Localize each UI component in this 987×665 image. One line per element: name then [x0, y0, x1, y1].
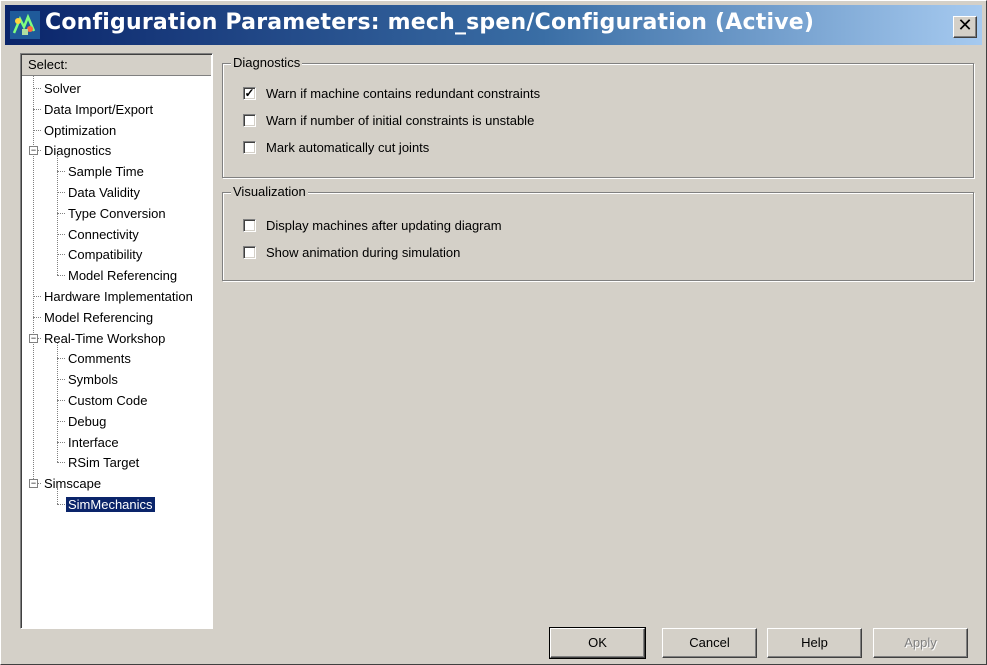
redundant-constraints-checkbox[interactable]: ✓ — [243, 87, 256, 100]
tree-item-label: Data Import/Export — [44, 101, 154, 117]
tree-item[interactable]: Sample Time — [66, 161, 146, 182]
tree-item[interactable]: Custom Code — [66, 390, 149, 411]
tree-connector-line — [57, 462, 65, 464]
tree-item[interactable]: Comments — [66, 348, 133, 369]
tree-trunk-line — [33, 76, 34, 484]
collapse-toggle-icon[interactable]: − — [29, 146, 38, 156]
config-dialog: Configuration Parameters: mech_spen/Conf… — [0, 0, 987, 665]
tree-item-label: Type Conversion — [68, 205, 166, 221]
cancel-button[interactable]: Cancel — [662, 628, 757, 658]
tree-item[interactable]: Debug — [66, 411, 108, 432]
tree-item-label: Custom Code — [68, 393, 148, 408]
tree-item[interactable]: Simscape — [42, 473, 103, 494]
tree-item-label: Connectivity — [68, 226, 139, 242]
tree-item-label: RSim Target — [68, 455, 140, 471]
redundant-constraints-label: Warn if machine contains redundant const… — [266, 86, 541, 101]
tree-connector-line — [57, 358, 65, 360]
tree-connector-line — [57, 233, 65, 235]
close-button[interactable]: ✕ — [953, 16, 977, 38]
tree-connector-line — [57, 192, 65, 193]
tree-connector-line — [57, 504, 65, 505]
visualization-group: Visualization Display machines after upd… — [222, 184, 974, 281]
unstable-constraints-checkbox[interactable] — [243, 114, 256, 127]
tree-item[interactable]: Hardware Implementation — [42, 286, 195, 307]
tree-item-label: Interface — [68, 434, 119, 450]
apply-button[interactable]: Apply — [873, 628, 968, 658]
tree-connector-line — [33, 296, 41, 297]
tree-item-label: Optimization — [44, 122, 117, 138]
tree-item-label: Solver — [44, 81, 81, 96]
tree-branch-line — [57, 342, 58, 463]
tree-item-label: Compatibility — [68, 247, 143, 263]
category-tree-panel[interactable]: Select: Solver Data Import/Export Optimiza… — [20, 53, 213, 629]
tree-item-label: Debug — [68, 413, 107, 429]
tree-item[interactable]: Compatibility — [66, 244, 144, 265]
tree-item[interactable]: Diagnostics — [42, 140, 113, 161]
display-machines-checkbox[interactable] — [243, 219, 256, 232]
tree-item[interactable]: Symbols — [66, 369, 120, 390]
tree-item-label: Sample Time — [68, 164, 144, 180]
tree-item[interactable]: Optimization — [42, 120, 118, 141]
tree-item[interactable]: SimMechanics — [65, 494, 156, 515]
window-title: Configuration Parameters: mech_spen/Conf… — [45, 10, 815, 35]
title-bar[interactable]: Configuration Parameters: mech_spen/Conf… — [5, 5, 982, 45]
tree-item-label: Data Validity — [68, 185, 141, 200]
tree-connector-line — [57, 379, 65, 381]
tree-connector-line — [57, 171, 65, 173]
tree-connector-line — [33, 129, 41, 131]
tree-item[interactable]: Data Validity — [66, 182, 142, 203]
diagnostics-group: Diagnostics ✓ Warn if machine contains r… — [222, 55, 974, 178]
show-animation-checkbox[interactable] — [243, 246, 256, 259]
tree-connector-line — [57, 212, 65, 214]
tree-connector-line — [33, 108, 41, 110]
collapse-toggle-icon[interactable]: − — [29, 333, 38, 343]
tree-connector-line — [33, 88, 41, 89]
tree-item-label: Real-Time Workshop — [44, 330, 166, 346]
tree-connector-line — [57, 420, 65, 422]
show-animation-label: Show animation during simulation — [266, 245, 461, 260]
tree-branch-line — [57, 155, 58, 276]
tree-item-label: Hardware Implementation — [44, 289, 193, 304]
tree-item[interactable]: Model Referencing — [42, 307, 155, 328]
cut-joints-label: Mark automatically cut joints — [266, 140, 430, 155]
tree-item-label: Diagnostics — [44, 143, 112, 159]
collapse-toggle-icon[interactable]: − — [29, 479, 38, 489]
tree-item-label: SimMechanics — [65, 496, 156, 513]
tree-connector-line — [57, 275, 65, 277]
tree-item-label: Comments — [68, 351, 131, 367]
tree-item-label: Symbols — [68, 372, 118, 388]
tree-item[interactable]: RSim Target — [66, 452, 141, 473]
tree-item[interactable]: Connectivity — [66, 224, 141, 245]
ok-button[interactable]: OK — [549, 627, 646, 659]
tree-item[interactable]: Data Import/Export — [42, 99, 155, 120]
close-icon: ✕ — [957, 15, 973, 36]
tree-item[interactable]: Type Conversion — [66, 203, 168, 224]
visualization-group-title: Visualization — [231, 184, 308, 199]
cut-joints-checkbox[interactable] — [243, 141, 256, 154]
tree-connector-line — [57, 441, 65, 443]
tree-header: Select: — [22, 55, 211, 76]
simulink-app-icon — [10, 11, 40, 39]
tree-connector-line — [57, 254, 65, 256]
tree-item[interactable]: Model Referencing — [66, 265, 179, 286]
tree-item[interactable]: Solver — [42, 78, 83, 99]
tree-item-label: Simscape — [44, 476, 102, 492]
tree-item-label: Model Referencing — [68, 268, 178, 284]
tree-connector-line — [33, 316, 41, 318]
unstable-constraints-label: Warn if number of initial constraints is… — [266, 113, 535, 128]
tree-item[interactable]: Interface — [66, 432, 121, 453]
tree-item[interactable]: Real-Time Workshop — [42, 328, 167, 349]
diagnostics-group-title: Diagnostics — [231, 55, 303, 70]
tree-item-label: Model Referencing — [44, 309, 154, 325]
help-button[interactable]: Help — [767, 628, 862, 658]
display-machines-label: Display machines after updating diagram — [266, 218, 502, 233]
tree-connector-line — [57, 400, 65, 401]
